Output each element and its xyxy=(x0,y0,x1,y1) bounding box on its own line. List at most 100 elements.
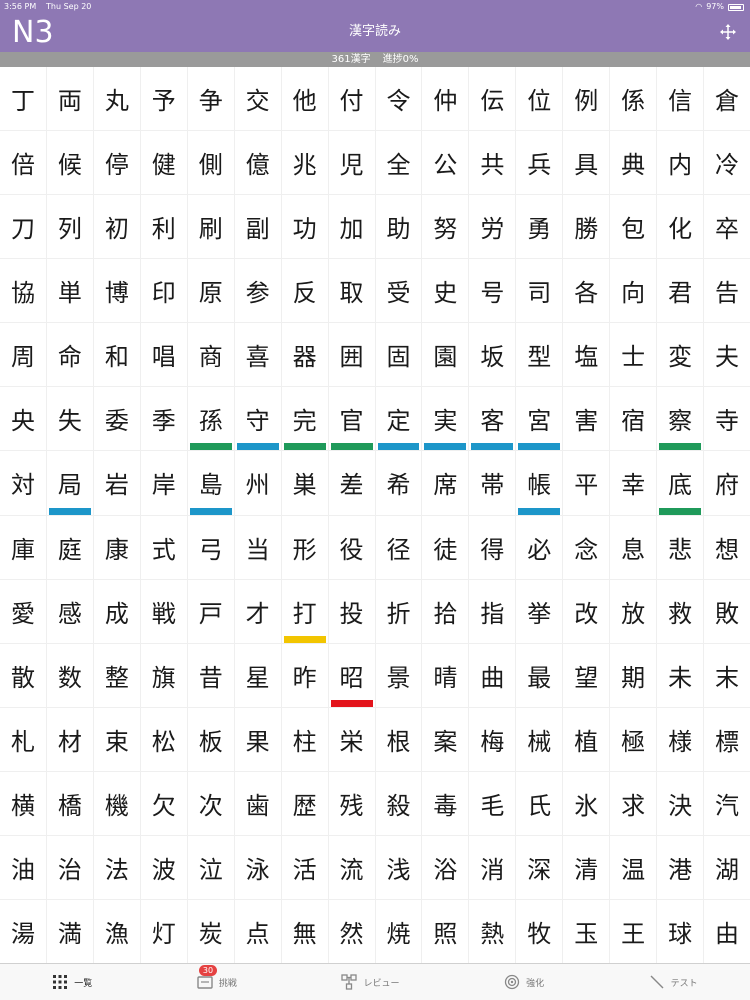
tab-list[interactable]: 一覧 xyxy=(52,974,92,990)
kanji-cell[interactable]: 実 xyxy=(422,387,469,451)
kanji-cell[interactable]: 信 xyxy=(657,67,704,131)
kanji-cell[interactable]: 局 xyxy=(46,451,93,515)
kanji-cell[interactable]: 君 xyxy=(657,259,704,323)
kanji-cell[interactable]: 対 xyxy=(0,451,46,515)
kanji-cell[interactable]: 柱 xyxy=(281,707,328,771)
kanji-cell[interactable]: 点 xyxy=(234,899,281,963)
kanji-cell[interactable]: 号 xyxy=(469,259,516,323)
kanji-cell[interactable]: 散 xyxy=(0,643,46,707)
kanji-cell[interactable]: 港 xyxy=(657,835,704,899)
kanji-cell[interactable]: 位 xyxy=(516,67,563,131)
kanji-cell[interactable]: 弓 xyxy=(187,515,234,579)
kanji-cell[interactable]: 浴 xyxy=(422,835,469,899)
kanji-cell[interactable]: 害 xyxy=(563,387,610,451)
kanji-cell[interactable]: 令 xyxy=(375,67,422,131)
kanji-cell[interactable]: 熱 xyxy=(469,899,516,963)
kanji-cell[interactable]: 孫 xyxy=(187,387,234,451)
kanji-cell[interactable]: 投 xyxy=(328,579,375,643)
kanji-cell[interactable]: 億 xyxy=(234,131,281,195)
kanji-cell[interactable]: 守 xyxy=(234,387,281,451)
kanji-cell[interactable]: 取 xyxy=(328,259,375,323)
kanji-cell[interactable]: 全 xyxy=(375,131,422,195)
kanji-cell[interactable]: 冷 xyxy=(704,131,750,195)
kanji-cell[interactable]: 束 xyxy=(93,707,140,771)
kanji-cell[interactable]: 帯 xyxy=(469,451,516,515)
kanji-cell[interactable]: 協 xyxy=(0,259,46,323)
kanji-cell[interactable]: 倉 xyxy=(704,67,750,131)
kanji-cell[interactable]: 想 xyxy=(704,515,750,579)
kanji-cell[interactable]: 囲 xyxy=(328,323,375,387)
kanji-cell[interactable]: 公 xyxy=(422,131,469,195)
kanji-cell[interactable]: 整 xyxy=(93,643,140,707)
kanji-cell[interactable]: 昨 xyxy=(281,643,328,707)
kanji-cell[interactable]: 挙 xyxy=(516,579,563,643)
kanji-cell[interactable]: 告 xyxy=(704,259,750,323)
kanji-cell[interactable]: 息 xyxy=(610,515,657,579)
kanji-cell[interactable]: 放 xyxy=(610,579,657,643)
kanji-cell[interactable]: 器 xyxy=(281,323,328,387)
kanji-cell[interactable]: 毛 xyxy=(469,771,516,835)
kanji-cell[interactable]: 商 xyxy=(187,323,234,387)
kanji-cell[interactable]: 昭 xyxy=(328,643,375,707)
kanji-cell[interactable]: 季 xyxy=(140,387,187,451)
kanji-cell[interactable]: 帳 xyxy=(516,451,563,515)
kanji-cell[interactable]: 感 xyxy=(46,579,93,643)
kanji-cell[interactable]: 交 xyxy=(234,67,281,131)
kanji-cell[interactable]: 完 xyxy=(281,387,328,451)
kanji-cell[interactable]: 岸 xyxy=(140,451,187,515)
kanji-cell[interactable]: 由 xyxy=(704,899,750,963)
kanji-cell[interactable]: 当 xyxy=(234,515,281,579)
kanji-cell[interactable]: 夫 xyxy=(704,323,750,387)
kanji-cell[interactable]: 印 xyxy=(140,259,187,323)
tab-review[interactable]: レビュー xyxy=(341,974,399,990)
kanji-cell[interactable]: 兵 xyxy=(516,131,563,195)
kanji-cell[interactable]: 敗 xyxy=(704,579,750,643)
kanji-cell[interactable]: 求 xyxy=(610,771,657,835)
kanji-cell[interactable]: 塩 xyxy=(563,323,610,387)
kanji-cell[interactable]: 泳 xyxy=(234,835,281,899)
kanji-cell[interactable]: 打 xyxy=(281,579,328,643)
kanji-cell[interactable]: 庫 xyxy=(0,515,46,579)
kanji-cell[interactable]: 指 xyxy=(469,579,516,643)
kanji-cell[interactable]: 浅 xyxy=(375,835,422,899)
kanji-cell[interactable]: 次 xyxy=(187,771,234,835)
kanji-cell[interactable]: 決 xyxy=(657,771,704,835)
kanji-cell[interactable]: 内 xyxy=(657,131,704,195)
kanji-cell[interactable]: 戦 xyxy=(140,579,187,643)
kanji-cell[interactable]: 極 xyxy=(610,707,657,771)
kanji-cell[interactable]: 数 xyxy=(46,643,93,707)
kanji-cell[interactable]: 単 xyxy=(46,259,93,323)
kanji-cell[interactable]: 清 xyxy=(563,835,610,899)
kanji-cell[interactable]: 球 xyxy=(657,899,704,963)
kanji-cell[interactable]: 定 xyxy=(375,387,422,451)
kanji-cell[interactable]: 機 xyxy=(93,771,140,835)
kanji-cell[interactable]: 改 xyxy=(563,579,610,643)
kanji-cell[interactable]: 徒 xyxy=(422,515,469,579)
kanji-cell[interactable]: 底 xyxy=(657,451,704,515)
kanji-cell[interactable]: 央 xyxy=(0,387,46,451)
kanji-cell[interactable]: 両 xyxy=(46,67,93,131)
kanji-cell[interactable]: 式 xyxy=(140,515,187,579)
kanji-cell[interactable]: 労 xyxy=(469,195,516,259)
kanji-cell[interactable]: 成 xyxy=(93,579,140,643)
kanji-cell[interactable]: 王 xyxy=(610,899,657,963)
kanji-cell[interactable]: 湯 xyxy=(0,899,46,963)
kanji-cell[interactable]: 宿 xyxy=(610,387,657,451)
kanji-cell[interactable]: 化 xyxy=(657,195,704,259)
kanji-cell[interactable]: 歴 xyxy=(281,771,328,835)
kanji-cell[interactable]: 照 xyxy=(422,899,469,963)
kanji-cell[interactable]: 包 xyxy=(610,195,657,259)
kanji-cell[interactable]: 期 xyxy=(610,643,657,707)
kanji-cell[interactable]: 曲 xyxy=(469,643,516,707)
kanji-cell[interactable]: 倍 xyxy=(0,131,46,195)
kanji-cell[interactable]: 得 xyxy=(469,515,516,579)
kanji-cell[interactable]: 候 xyxy=(46,131,93,195)
tab-challenge[interactable]: 30 挑戦 xyxy=(197,965,237,990)
kanji-cell[interactable]: 唱 xyxy=(140,323,187,387)
kanji-cell[interactable]: 側 xyxy=(187,131,234,195)
kanji-cell[interactable]: 活 xyxy=(281,835,328,899)
kanji-cell[interactable]: 和 xyxy=(93,323,140,387)
kanji-cell[interactable]: 反 xyxy=(281,259,328,323)
kanji-cell[interactable]: 昔 xyxy=(187,643,234,707)
kanji-cell[interactable]: 例 xyxy=(563,67,610,131)
